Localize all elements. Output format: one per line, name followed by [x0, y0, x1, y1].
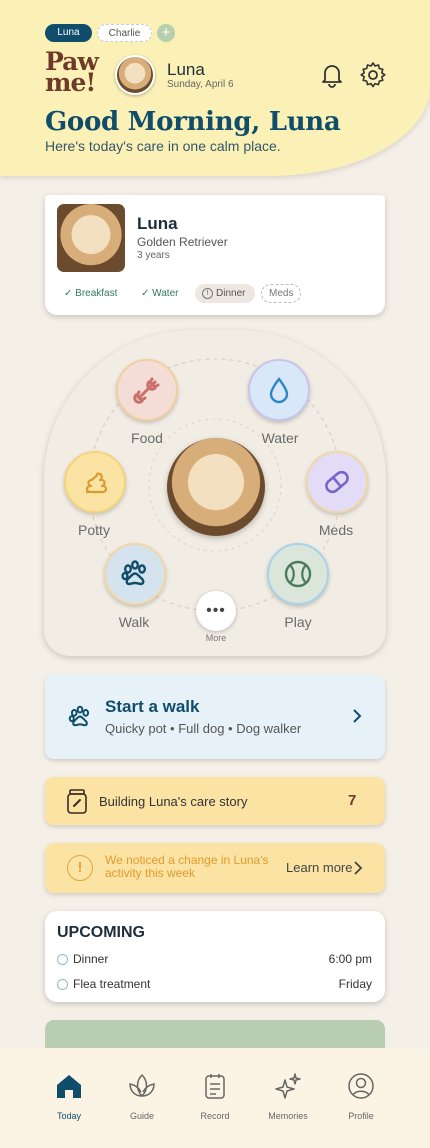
- alert-icon: !: [67, 855, 93, 881]
- greeting-title: Good Morning, Luna: [45, 107, 341, 137]
- pet-photo: [57, 204, 125, 272]
- task-dinner[interactable]: ! Dinner: [195, 284, 255, 303]
- upcoming-item-name: Flea treatment: [73, 977, 151, 991]
- nav-memories[interactable]: Memories: [258, 1072, 318, 1121]
- avatar[interactable]: [115, 55, 155, 95]
- food-button[interactable]: [116, 359, 178, 421]
- care-story-count: 7: [348, 792, 357, 809]
- bone-icon: [133, 377, 160, 404]
- nav-label: Guide: [129, 1111, 155, 1121]
- nav-label: Memories: [268, 1111, 308, 1121]
- sparkle-icon: [275, 1073, 301, 1099]
- upcoming-title: UPCOMING: [57, 924, 145, 941]
- upcoming-item-time: 6:00 pm: [328, 952, 372, 966]
- upcoming-radio[interactable]: [57, 979, 68, 990]
- nav-today[interactable]: Today: [39, 1072, 99, 1121]
- lotus-icon: [129, 1073, 155, 1098]
- profile-chip-luna[interactable]: Luna: [45, 24, 92, 42]
- upcoming-radio[interactable]: [57, 954, 68, 965]
- learn-more-label: Learn more: [286, 860, 353, 875]
- jar-icon: [67, 789, 87, 814]
- care-story-label: Building Luna's care story: [99, 794, 248, 809]
- greeting-subtitle: Here's today's care in one calm place.: [45, 138, 281, 154]
- nav-label: Today: [56, 1111, 82, 1121]
- pet-breed: Golden Retriever: [137, 235, 228, 249]
- water-label: Water: [261, 430, 299, 446]
- header-pet-name: Luna: [167, 60, 205, 79]
- more-label: More: [205, 633, 227, 643]
- header-date: Sunday, April 6: [167, 79, 234, 90]
- meds-button[interactable]: [306, 451, 368, 513]
- start-walk-banner[interactable]: [45, 675, 385, 759]
- nav-guide[interactable]: Guide: [112, 1072, 172, 1121]
- pet-age: 3 years: [137, 250, 170, 261]
- water-button[interactable]: [248, 359, 310, 421]
- more-button[interactable]: •••: [196, 591, 236, 631]
- app-logo: Paw me!: [45, 47, 99, 97]
- paw-icon: [68, 705, 90, 727]
- start-walk-title: Start a walk: [105, 697, 200, 716]
- nav-label: Profile: [348, 1111, 374, 1121]
- plus-icon[interactable]: +: [157, 24, 175, 42]
- gear-icon[interactable]: [359, 61, 387, 89]
- pill-icon: [325, 470, 349, 494]
- chevron-right-icon: [354, 861, 363, 875]
- bell-icon[interactable]: [318, 61, 346, 89]
- profile-chip-charlie[interactable]: Charlie: [97, 24, 152, 42]
- center-pet-photo[interactable]: [167, 438, 265, 536]
- nav-record[interactable]: Record: [185, 1072, 245, 1121]
- play-button[interactable]: [267, 543, 329, 605]
- task-breakfast[interactable]: ✓ Breakfast: [57, 284, 124, 303]
- upcoming-item-name: Dinner: [73, 952, 109, 966]
- food-label: Food: [131, 430, 163, 446]
- meds-label: Meds: [318, 522, 354, 538]
- water-drop-icon: [269, 377, 289, 404]
- home-icon: [57, 1075, 81, 1098]
- potty-label: Potty: [78, 522, 110, 538]
- learn-more-link[interactable]: Learn more: [286, 860, 352, 875]
- potty-button[interactable]: [64, 451, 126, 513]
- walk-label: Walk: [118, 614, 150, 630]
- chevron-right-icon: [353, 709, 362, 723]
- nav-label: Record: [200, 1111, 230, 1121]
- start-walk-subtitle: Quicky pot • Full dog • Dog walker: [105, 721, 302, 736]
- paw-icon: [121, 560, 147, 586]
- task-meds[interactable]: Meds: [261, 284, 302, 303]
- upcoming-item-time: Friday: [338, 977, 372, 991]
- task-dinner-label: Dinner: [216, 288, 246, 299]
- alert-text: We noticed a change in Luna's activity t…: [105, 853, 269, 880]
- task-water[interactable]: ✓ Water: [134, 284, 185, 303]
- record-icon: [205, 1074, 225, 1099]
- pet-name: Luna: [137, 214, 178, 233]
- profile-icon: [348, 1073, 374, 1099]
- more-dots-icon: •••: [206, 602, 226, 619]
- poop-icon: [85, 472, 108, 494]
- walk-button[interactable]: [104, 543, 166, 605]
- nav-profile[interactable]: Profile: [331, 1072, 391, 1121]
- play-label: Play: [284, 614, 312, 630]
- clock-icon: !: [202, 288, 213, 299]
- ball-icon: [284, 560, 312, 588]
